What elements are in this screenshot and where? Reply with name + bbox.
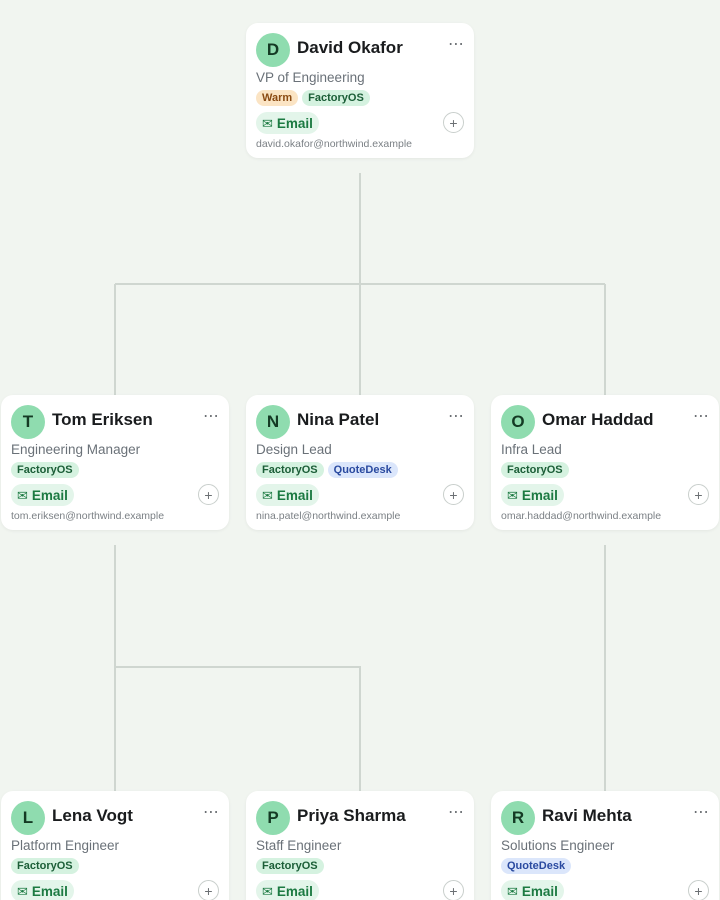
tag-warm: Warm (256, 90, 299, 106)
person-role: VP of Engineering (256, 70, 365, 85)
tag-list: FactoryOS (501, 462, 569, 478)
person-name: Nina Patel (297, 410, 380, 429)
person-name: Priya Sharma (297, 806, 406, 825)
mail-icon: ✉ (262, 115, 273, 131)
person-name: David Okafor (297, 38, 403, 57)
person-role: Solutions Engineer (501, 838, 615, 853)
tag-factoryos: FactoryOS (11, 462, 79, 478)
plus-icon: + (694, 882, 703, 899)
add-report-button[interactable]: + (198, 484, 219, 505)
tag-list: FactoryOS QuoteDesk (256, 462, 398, 478)
mail-icon: ✉ (262, 487, 273, 503)
mail-icon: ✉ (262, 883, 273, 899)
person-name: Lena Vogt (52, 806, 133, 825)
add-report-button[interactable]: + (198, 880, 219, 900)
mail-icon: ✉ (17, 883, 28, 899)
person-card-nina[interactable]: N Nina Patel ⋯ Design Lead FactoryOS Quot… (246, 395, 474, 530)
person-card-priya[interactable]: P Priya Sharma ⋯ Staff Engineer FactoryO… (246, 791, 474, 900)
email-button[interactable]: ✉ Email (256, 112, 319, 134)
more-horizontal-icon[interactable]: ⋯ (693, 805, 709, 821)
email-button[interactable]: ✉ Email (256, 880, 319, 900)
person-card-omar[interactable]: O Omar Haddad ⋯ Infra Lead FactoryOS ✉ E… (491, 395, 719, 530)
mail-icon: ✉ (507, 487, 518, 503)
more-horizontal-icon[interactable]: ⋯ (448, 805, 464, 821)
person-card-david[interactable]: D David Okafor ⋯ VP of Engineering Warm F… (246, 23, 474, 158)
add-report-button[interactable]: + (688, 880, 709, 900)
plus-icon: + (204, 486, 213, 503)
email-button[interactable]: ✉ Email (501, 880, 564, 900)
tag-list: FactoryOS (11, 858, 79, 874)
email-button-label: Email (276, 883, 313, 899)
person-role: Infra Lead (501, 442, 562, 457)
add-report-button[interactable]: + (443, 112, 464, 133)
person-role: Staff Engineer (256, 838, 342, 853)
email-address: nina.patel@northwind.example (256, 510, 401, 522)
email-button-label: Email (31, 487, 68, 503)
avatar: R (501, 801, 535, 835)
avatar: P (256, 801, 290, 835)
tag-list: FactoryOS (11, 462, 79, 478)
tag-factoryos: FactoryOS (256, 462, 324, 478)
plus-icon: + (449, 882, 458, 899)
person-name: Tom Eriksen (52, 410, 153, 429)
email-button-label: Email (276, 487, 313, 503)
person-name: Omar Haddad (542, 410, 654, 429)
email-button-label: Email (276, 115, 313, 131)
email-address: david.okafor@northwind.example (256, 138, 412, 150)
connector-tom-reports (114, 545, 361, 791)
add-report-button[interactable]: + (443, 880, 464, 900)
email-button[interactable]: ✉ Email (256, 484, 319, 506)
avatar: D (256, 33, 290, 67)
email-address: tom.eriksen@northwind.example (11, 510, 165, 522)
tag-factoryos: FactoryOS (11, 858, 79, 874)
person-card-ravi[interactable]: R Ravi Mehta ⋯ Solutions Engineer QuoteD… (491, 791, 719, 900)
tag-factoryos: FactoryOS (501, 462, 569, 478)
tag-quotedesk: QuoteDesk (327, 462, 398, 478)
email-address: omar.haddad@northwind.example (501, 510, 662, 522)
tag-list: QuoteDesk (501, 858, 572, 874)
email-button[interactable]: ✉ Email (501, 484, 564, 506)
plus-icon: + (449, 114, 458, 131)
more-horizontal-icon[interactable]: ⋯ (448, 409, 464, 425)
tag-factoryos: FactoryOS (256, 858, 324, 874)
email-button-label: Email (31, 883, 68, 899)
avatar: O (501, 405, 535, 439)
email-button-label: Email (521, 487, 558, 503)
person-card-tom[interactable]: T Tom Eriksen ⋯ Engineering Manager Fact… (1, 395, 229, 530)
person-role: Platform Engineer (11, 838, 120, 853)
add-report-button[interactable]: + (688, 484, 709, 505)
connector-david-reports (114, 173, 606, 395)
avatar: N (256, 405, 290, 439)
more-horizontal-icon[interactable]: ⋯ (203, 805, 219, 821)
tag-factoryos: FactoryOS (302, 90, 370, 106)
email-button[interactable]: ✉ Email (11, 484, 74, 506)
person-name: Ravi Mehta (542, 806, 632, 825)
plus-icon: + (449, 486, 458, 503)
mail-icon: ✉ (17, 487, 28, 503)
mail-icon: ✉ (507, 883, 518, 899)
more-horizontal-icon[interactable]: ⋯ (693, 409, 709, 425)
tag-list: Warm FactoryOS (256, 90, 370, 106)
plus-icon: + (204, 882, 213, 899)
email-button[interactable]: ✉ Email (11, 880, 74, 900)
person-card-lena[interactable]: L Lena Vogt ⋯ Platform Engineer FactoryO… (1, 791, 229, 900)
email-button-label: Email (521, 883, 558, 899)
avatar: T (11, 405, 45, 439)
person-role: Design Lead (256, 442, 332, 457)
person-role: Engineering Manager (11, 442, 141, 457)
plus-icon: + (694, 486, 703, 503)
add-report-button[interactable]: + (443, 484, 464, 505)
avatar: L (11, 801, 45, 835)
more-horizontal-icon[interactable]: ⋯ (448, 37, 464, 53)
tag-quotedesk: QuoteDesk (501, 858, 572, 874)
more-horizontal-icon[interactable]: ⋯ (203, 409, 219, 425)
tag-list: FactoryOS (256, 858, 324, 874)
